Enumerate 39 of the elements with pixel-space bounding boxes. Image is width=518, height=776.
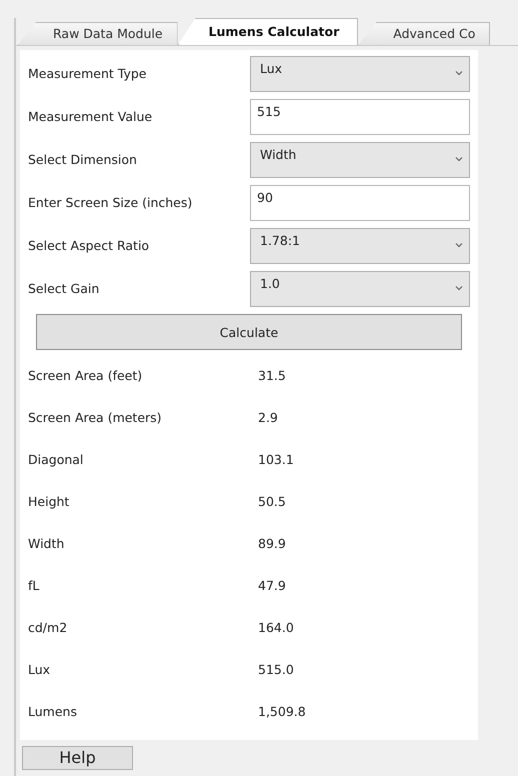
dropdown[interactable]: Width <box>250 142 470 178</box>
calculate-button[interactable]: Calculate <box>36 314 462 350</box>
chevron-down-icon <box>455 242 463 248</box>
result-value: 31.5 <box>258 368 286 382</box>
result-value: 164.0 <box>258 620 294 634</box>
tab[interactable]: Raw Data Module <box>18 22 178 45</box>
chevron-down-icon <box>455 284 463 290</box>
tab[interactable]: Lumens Calculator <box>178 18 358 45</box>
result-label: Lux <box>27 662 52 676</box>
field-label: Measurement Value <box>27 109 154 124</box>
input-field[interactable]: 515 <box>250 98 470 134</box>
result-value: 1,509.8 <box>258 704 306 718</box>
input-field[interactable]: 90 <box>250 184 470 220</box>
result-label: fL <box>27 578 40 592</box>
field-label: Select Gain <box>27 281 100 296</box>
result-label: cd/m2 <box>27 620 68 634</box>
result-label: Screen Area (meters) <box>27 410 163 424</box>
result-label: Height <box>27 494 70 508</box>
tab[interactable]: Advanced Co <box>358 22 490 45</box>
result-value: 515.0 <box>258 662 294 676</box>
result-label: Width <box>27 536 66 550</box>
dropdown[interactable]: 1.78:1 <box>250 228 470 264</box>
result-value: 47.9 <box>258 578 286 592</box>
result-value: 50.5 <box>258 494 286 508</box>
help-button[interactable]: Help <box>22 746 133 770</box>
field-label: Select Aspect Ratio <box>27 238 150 253</box>
field-label: Enter Screen Size (inches) <box>27 195 194 210</box>
result-value: 103.1 <box>258 452 294 466</box>
result-value: 89.9 <box>258 536 286 550</box>
result-label: Lumens <box>27 704 78 718</box>
dropdown[interactable]: Lux <box>250 56 470 92</box>
result-label: Diagonal <box>27 452 84 466</box>
dropdown[interactable]: 1.0 <box>250 270 470 306</box>
field-label: Select Dimension <box>27 152 138 167</box>
chevron-down-icon <box>455 70 463 76</box>
field-label: Measurement Type <box>27 66 148 81</box>
chevron-down-icon <box>455 156 463 162</box>
result-label: Screen Area (feet) <box>27 368 144 382</box>
result-value: 2.9 <box>258 410 278 424</box>
